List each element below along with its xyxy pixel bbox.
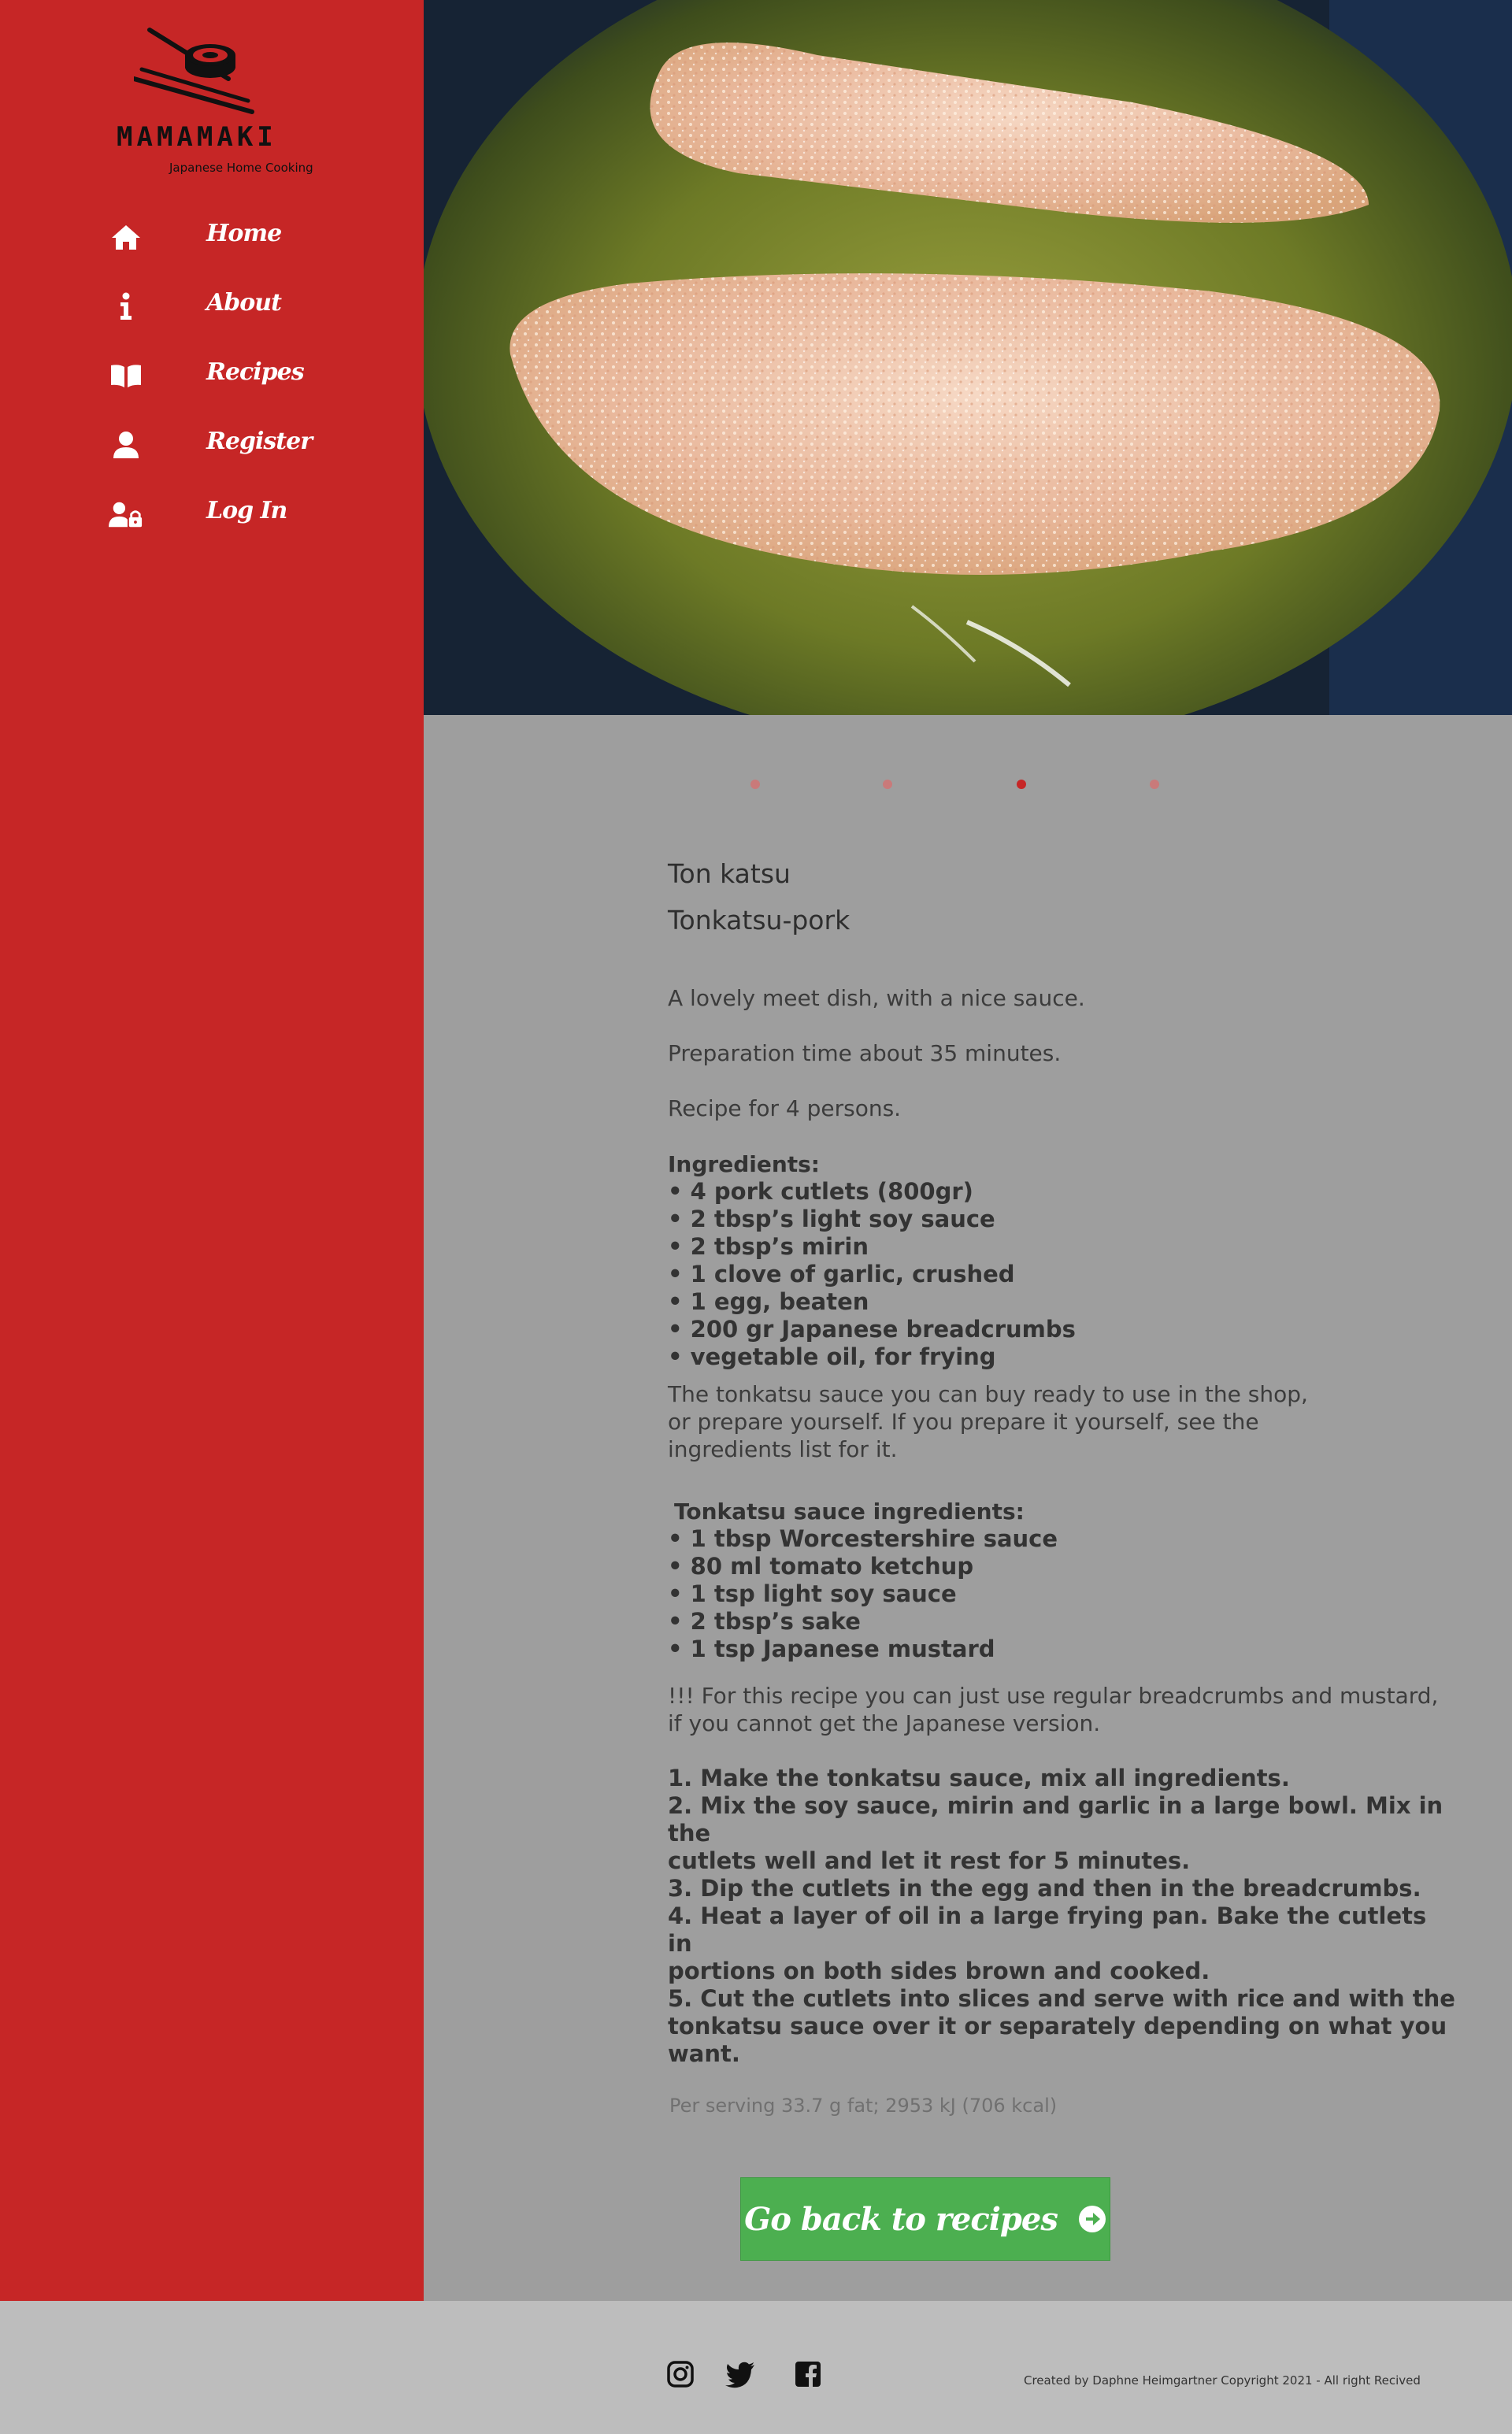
sauce-note-line: ingredients list for it. [668,1436,898,1462]
list-item: 80 ml tomato ketchup [668,1553,1455,1580]
step-line: 3. Dip the cutlets in the egg and then i… [668,1875,1421,1902]
list-item: 4 pork cutlets (800gr) [668,1178,1455,1206]
list-item: 1 clove of garlic, crushed [668,1261,1455,1288]
nav-item-about[interactable]: About [0,278,424,333]
list-item: 1 tsp light soy sauce [668,1580,1455,1608]
twitter-icon[interactable] [724,2360,756,2391]
copyright: Created by Daphne Heimgartner Copyright … [1024,2373,1421,2388]
nav-label-login: Log In [206,497,287,524]
servings: Recipe for 4 persons. [668,1095,902,1121]
recipe-title: Ton katsu [668,858,791,889]
recipe-tip: !!! For this recipe you can just use reg… [668,1682,1455,1737]
list-item: 1 tbsp Worcestershire sauce [668,1525,1455,1553]
list-item: 2 tbsp’s light soy sauce [668,1206,1455,1233]
list-item: 1 egg, beaten [668,1288,1455,1316]
prep-time: Preparation time about 35 minutes. [668,1040,1062,1066]
list-item: 200 gr Japanese breadcrumbs [668,1316,1455,1343]
recipe-subtitle: Tonkatsu-pork [668,905,850,935]
step-line: 2. Mix the soy sauce, mirin and garlic i… [668,1792,1443,1847]
user-icon [109,428,143,462]
recipe-content: Ton katsu Tonkatsu-pork A lovely meet di… [668,858,1455,2117]
list-item: 1 tsp Japanese mustard [668,1636,1455,1663]
nav-label-recipes: Recipes [206,358,305,386]
arrow-circle-right-icon [1078,2205,1106,2233]
sidebar: MAMAMAKI Japanese Home Cooking Home Abou… [0,0,424,2301]
step-line: 1. Make the tonkatsu sauce, mix all ingr… [668,1765,1290,1791]
recipe-description: A lovely meet dish, with a nice sauce. [668,985,1085,1011]
back-to-recipes-button[interactable]: Go back to recipes [740,2177,1110,2261]
nav-label-about: About [206,289,282,317]
sauce-note-line: or prepare yourself. If you prepare it y… [668,1409,1259,1435]
sauce-ingredients-list: 1 tbsp Worcestershire sauce 80 ml tomato… [668,1525,1455,1663]
nutrition-info: Per serving 33.7 g fat; 2953 kJ (706 kca… [669,2095,1058,2117]
list-item: vegetable oil, for frying [668,1343,1455,1371]
ingredients-heading: Ingredients: [668,1151,821,1177]
step-line: 5. Cut the cutlets into slices and serve… [668,1985,1455,2012]
step-line: tonkatsu sauce over it or separately dep… [668,2013,1447,2067]
step-line: 4. Heat a layer of oil in a large frying… [668,1902,1427,1957]
home-icon [109,220,143,254]
tip-line: if you cannot get the Japanese version. [668,1710,1101,1736]
book-icon [109,358,143,393]
user-lock-icon [109,497,143,532]
nav-item-login[interactable]: Log In [0,486,424,541]
carousel-dot-4[interactable] [1150,780,1159,789]
ingredients-list: 4 pork cutlets (800gr) 2 tbsp’s light so… [668,1178,1455,1371]
carousel-dot-3[interactable] [1017,780,1026,789]
instagram-icon[interactable] [666,2360,698,2391]
nav-label-register: Register [206,428,313,455]
nav-item-home[interactable]: Home [0,209,424,264]
back-button-label: Go back to recipes [744,2200,1058,2238]
nav-item-recipes[interactable]: Recipes [0,347,424,402]
logo[interactable]: MAMAMAKI Japanese Home Cooking [110,24,323,181]
brand-tagline: Japanese Home Cooking [169,161,313,175]
chopsticks-sushi-icon [134,28,254,114]
info-icon [109,289,143,324]
list-item: 2 tbsp’s sake [668,1608,1455,1636]
sauce-heading: Tonkatsu sauce ingredients: [674,1499,1025,1524]
carousel-dot-1[interactable] [750,780,760,789]
recipe-steps: 1. Make the tonkatsu sauce, mix all ingr… [668,1765,1455,2068]
brand-name: MAMAMAKI [117,121,277,153]
list-item: 2 tbsp’s mirin [668,1233,1455,1261]
sauce-note: The tonkatsu sauce you can buy ready to … [668,1380,1455,1463]
tip-line: !!! For this recipe you can just use reg… [668,1683,1439,1709]
step-line: portions on both sides brown and cooked. [668,1958,1210,1984]
nav-label-home: Home [206,220,282,247]
sauce-note-line: The tonkatsu sauce you can buy ready to … [668,1381,1308,1407]
hero-image [424,0,1512,715]
carousel-dot-2[interactable] [883,780,892,789]
tonkatsu-photo [424,0,1512,715]
step-line: cutlets well and let it rest for 5 minut… [668,1847,1191,1874]
nav-item-register[interactable]: Register [0,417,424,472]
footer: Created by Daphne Heimgartner Copyright … [0,2301,1512,2434]
facebook-icon[interactable] [794,2360,825,2391]
